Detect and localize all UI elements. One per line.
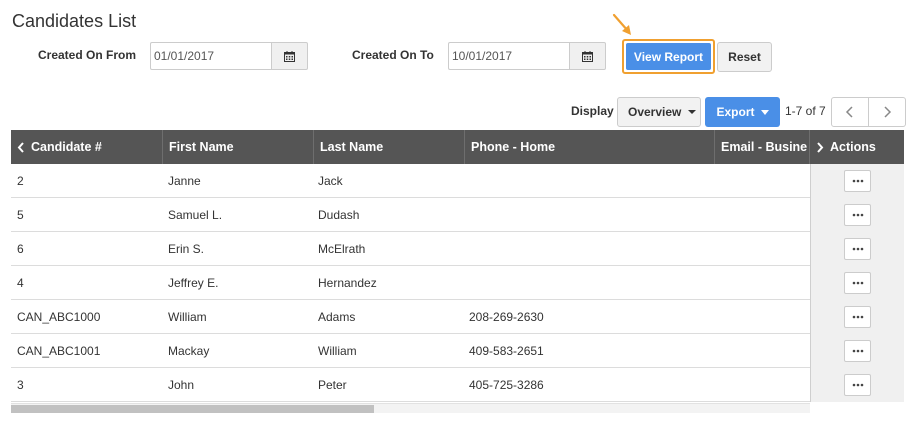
- actions-cell: [810, 334, 904, 368]
- table-row[interactable]: 6 Erin S. McElrath: [11, 232, 904, 266]
- table-row[interactable]: CAN_ABC1001 Mackay William 409-583-2651: [11, 334, 904, 368]
- more-icon: [852, 213, 863, 217]
- pager-count: 1-7 of 7: [785, 104, 826, 118]
- pointer-arrow-icon: [612, 13, 631, 35]
- cell-first-name: Erin S.: [168, 242, 205, 256]
- view-report-button[interactable]: View Report: [622, 39, 715, 74]
- cell-last-name: McElrath: [318, 242, 366, 256]
- more-icon: [852, 179, 863, 183]
- display-label: Display: [571, 104, 614, 118]
- created-on-from-input[interactable]: [150, 42, 271, 70]
- cell-phone-home: 405-725-3286: [469, 378, 544, 392]
- created-on-from-label: Created On From: [38, 48, 137, 62]
- cell-candidate: 5: [17, 208, 24, 222]
- cell-candidate: 4: [17, 276, 24, 290]
- scrollbar-thumb[interactable]: [11, 405, 374, 413]
- display-select[interactable]: Overview: [617, 97, 701, 127]
- cell-first-name: Samuel L.: [168, 208, 223, 222]
- cell-first-name: Jeffrey E.: [168, 276, 219, 290]
- actions-cell: [810, 368, 904, 402]
- cell-candidate: CAN_ABC1000: [17, 310, 101, 324]
- row-actions-button[interactable]: [844, 340, 871, 362]
- created-on-from-group: [150, 42, 308, 70]
- cell-candidate: 6: [17, 242, 24, 256]
- more-icon: [852, 349, 863, 353]
- row-actions-button[interactable]: [844, 272, 871, 294]
- created-on-from-calendar-button[interactable]: [271, 42, 308, 70]
- next-page-button[interactable]: [868, 97, 906, 127]
- cell-last-name: Peter: [318, 378, 347, 392]
- more-icon: [852, 281, 863, 285]
- row-actions-button[interactable]: [844, 204, 871, 226]
- row-actions-button[interactable]: [844, 374, 871, 396]
- created-on-to-calendar-button[interactable]: [569, 42, 606, 70]
- column-header-actions: Actions: [810, 130, 904, 164]
- actions-cell: [810, 266, 904, 300]
- export-label: Export: [716, 105, 755, 119]
- row-actions-button[interactable]: [844, 306, 871, 328]
- column-header-email-business[interactable]: Email - Busine: [715, 130, 810, 164]
- table-row[interactable]: 3 John Peter 405-725-3286: [11, 368, 904, 402]
- created-on-to-input[interactable]: [448, 42, 569, 70]
- row-actions-button[interactable]: [844, 238, 871, 260]
- grid-header: Candidate # First Name Last Name Phone -…: [11, 130, 904, 164]
- cell-first-name: Janne: [168, 174, 201, 188]
- column-header-phone-home[interactable]: Phone - Home: [465, 130, 715, 164]
- column-header-candidate[interactable]: Candidate #: [11, 130, 163, 164]
- cell-last-name: William: [318, 344, 357, 358]
- scroll-left-icon[interactable]: [17, 141, 25, 153]
- caret-down-icon: [688, 110, 697, 114]
- cell-last-name: Jack: [318, 174, 343, 188]
- cell-first-name: William: [168, 310, 207, 324]
- more-icon: [852, 315, 863, 319]
- pager: [831, 97, 906, 127]
- cell-first-name: John: [168, 378, 195, 392]
- actions-cell: [810, 164, 904, 198]
- cell-first-name: Mackay: [168, 344, 210, 358]
- created-on-to-group: [448, 42, 606, 70]
- actions-cell: [810, 300, 904, 334]
- table-row[interactable]: 4 Jeffrey E. Hernandez: [11, 266, 904, 300]
- display-select-value: Overview: [628, 105, 682, 119]
- candidates-grid: Candidate # First Name Last Name Phone -…: [11, 130, 904, 416]
- cell-last-name: Adams: [318, 310, 356, 324]
- cell-candidate: 2: [17, 174, 24, 188]
- view-report-label: View Report: [626, 43, 711, 70]
- export-button[interactable]: Export: [705, 97, 780, 127]
- chevron-right-icon: [884, 106, 891, 118]
- page-title: Candidates List: [12, 11, 137, 31]
- previous-page-button[interactable]: [831, 97, 869, 127]
- caret-down-icon: [760, 109, 769, 115]
- cell-last-name: Dudash: [318, 208, 360, 222]
- cell-candidate: 3: [17, 378, 24, 392]
- table-row[interactable]: CAN_ABC1000 William Adams 208-269-2630: [11, 300, 904, 334]
- cell-phone-home: 409-583-2651: [469, 344, 544, 358]
- cell-phone-home: 208-269-2630: [469, 310, 544, 324]
- scroll-right-icon[interactable]: [816, 141, 824, 153]
- table-row[interactable]: 2 Janne Jack: [11, 164, 904, 198]
- more-icon: [852, 247, 863, 251]
- created-on-to-label: Created On To: [352, 48, 434, 62]
- cell-last-name: Hernandez: [318, 276, 377, 290]
- calendar-icon: [582, 50, 593, 62]
- table-row[interactable]: 5 Samuel L. Dudash: [11, 198, 904, 232]
- column-header-first-name[interactable]: First Name: [163, 130, 314, 164]
- column-header-last-name[interactable]: Last Name: [314, 130, 465, 164]
- actions-cell: [810, 232, 904, 266]
- calendar-icon: [284, 50, 295, 62]
- chevron-left-icon: [845, 106, 853, 118]
- row-actions-button[interactable]: [844, 170, 871, 192]
- actions-cell: [810, 198, 904, 232]
- cell-candidate: CAN_ABC1001: [17, 344, 101, 358]
- reset-button[interactable]: Reset: [717, 42, 772, 72]
- horizontal-scrollbar[interactable]: [11, 403, 810, 413]
- more-icon: [852, 383, 863, 387]
